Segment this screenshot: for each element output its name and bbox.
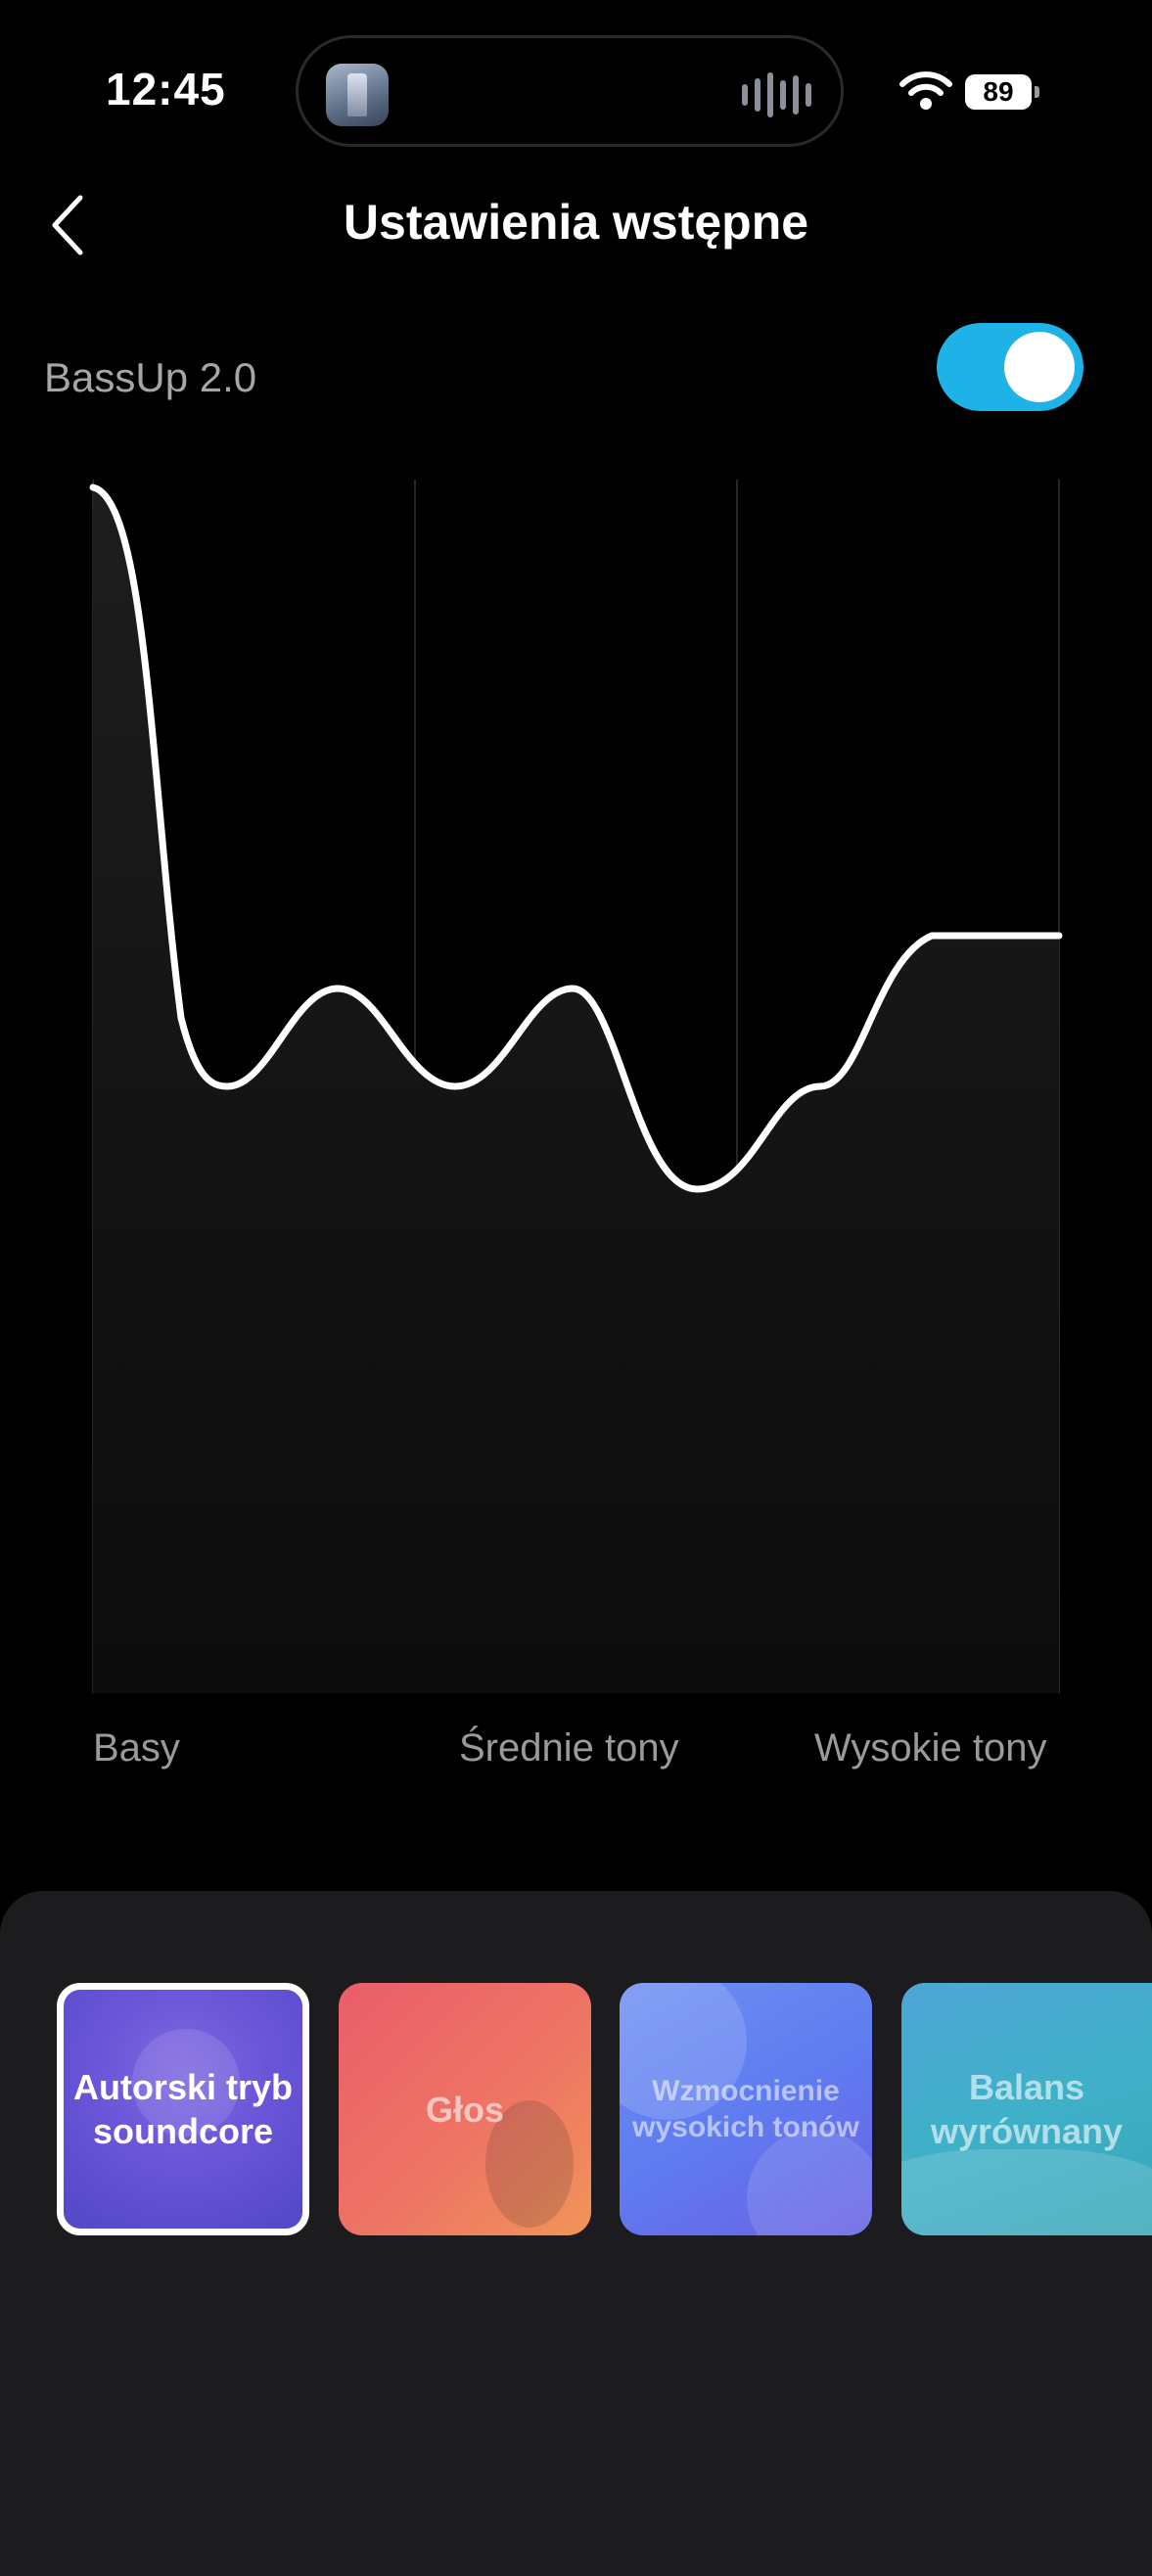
band-label-bass: Basy	[93, 1726, 180, 1770]
bassup-toggle[interactable]	[937, 323, 1083, 411]
page-title: Ustawienia wstępne	[343, 195, 809, 250]
wifi-icon	[899, 71, 952, 110]
battery-tip	[1035, 86, 1039, 98]
preset-label: Autorski tryb soundcore	[72, 2067, 294, 2151]
eq-curve-fill	[93, 487, 1059, 1693]
now-playing-app-icon	[326, 64, 389, 126]
preset-card-voice[interactable]: Głos	[339, 1983, 591, 2235]
preset-label: Głos	[425, 2089, 504, 2130]
preset-label: Wzmocnienie wysokich tonów	[632, 2074, 859, 2144]
eq-curve-chart[interactable]	[0, 470, 1152, 1703]
preset-card-balanced[interactable]: Balans wyrównany	[901, 1983, 1152, 2235]
status-time: 12:45	[106, 64, 226, 115]
battery-icon: 89	[965, 74, 1032, 110]
preset-card-soundcore-signature[interactable]: Autorski tryb soundcore	[57, 1983, 309, 2235]
preset-card-treble-boost[interactable]: Wzmocnienie wysokich tonów	[620, 1983, 872, 2235]
band-label-treble: Wysokie tony	[814, 1726, 1047, 1770]
band-label-mid: Średnie tony	[459, 1726, 679, 1770]
toggle-knob	[1004, 332, 1075, 402]
preset-label: Balans wyrównany	[930, 2067, 1124, 2151]
audio-wave-icon	[742, 71, 811, 118]
bassup-label: BassUp 2.0	[44, 354, 257, 400]
dynamic-island[interactable]	[296, 35, 844, 147]
